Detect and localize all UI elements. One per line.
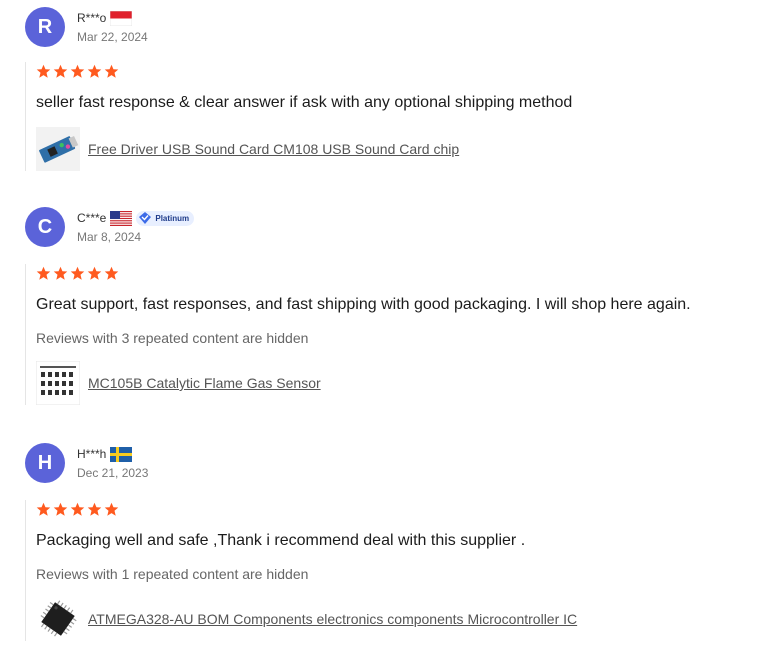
star-icon bbox=[53, 266, 68, 280]
star-icon bbox=[87, 266, 102, 280]
product-row[interactable]: MC105B Catalytic Flame Gas Sensor bbox=[36, 361, 766, 405]
platinum-badge: Platinum bbox=[136, 210, 195, 226]
star-icon bbox=[36, 64, 51, 78]
review-text: Great support, fast responses, and fast … bbox=[36, 296, 691, 313]
usa-flag-icon bbox=[110, 210, 133, 226]
star-icon bbox=[70, 502, 85, 516]
sweden-flag-icon bbox=[110, 446, 133, 462]
star-icon bbox=[70, 64, 85, 78]
usb-sound-card-thumbnail-icon[interactable] bbox=[36, 127, 80, 171]
product-link[interactable]: Free Driver USB Sound Card CM108 USB Sou… bbox=[88, 141, 459, 157]
star-icon bbox=[36, 266, 51, 280]
reviewer-name: C***e bbox=[77, 211, 107, 225]
review-date: Mar 8, 2024 bbox=[77, 230, 142, 244]
review-date: Mar 22, 2024 bbox=[77, 30, 148, 44]
hidden-reviews-note: Reviews with 3 repeated content are hidd… bbox=[36, 330, 309, 346]
star-icon bbox=[87, 502, 102, 516]
product-row[interactable]: ATMEGA328-AU BOM Components electronics … bbox=[36, 597, 766, 641]
reviewer-name: H***h bbox=[77, 447, 107, 461]
star-icon bbox=[104, 266, 119, 280]
star-icon bbox=[70, 266, 85, 280]
avatar: C bbox=[25, 207, 65, 247]
rating-stars bbox=[36, 264, 766, 282]
review-text: Packaging well and safe ,Thank i recomme… bbox=[36, 532, 526, 549]
diamond-icon bbox=[139, 212, 152, 224]
rating-stars bbox=[36, 62, 766, 80]
star-icon bbox=[104, 502, 119, 516]
avatar: R bbox=[25, 7, 65, 47]
star-icon bbox=[104, 64, 119, 78]
rating-stars bbox=[36, 500, 766, 518]
microcontroller-chip-thumbnail-icon[interactable] bbox=[36, 597, 80, 641]
badge-label: Platinum bbox=[155, 213, 190, 223]
indonesia-flag-icon bbox=[110, 10, 133, 26]
star-icon bbox=[36, 502, 51, 516]
gas-sensor-thumbnail-icon[interactable] bbox=[36, 361, 80, 405]
star-icon bbox=[87, 64, 102, 78]
review-date: Dec 21, 2023 bbox=[77, 466, 149, 480]
product-row[interactable]: Free Driver USB Sound Card CM108 USB Sou… bbox=[36, 127, 766, 171]
hidden-reviews-note: Reviews with 1 repeated content are hidd… bbox=[36, 566, 309, 582]
star-icon bbox=[53, 502, 68, 516]
product-link[interactable]: MC105B Catalytic Flame Gas Sensor bbox=[88, 375, 321, 391]
review-text: seller fast response & clear answer if a… bbox=[36, 94, 573, 111]
reviewer-name: R***o bbox=[77, 11, 107, 25]
star-icon bbox=[53, 64, 68, 78]
product-link[interactable]: ATMEGA328-AU BOM Components electronics … bbox=[88, 611, 577, 627]
avatar: H bbox=[25, 443, 65, 483]
